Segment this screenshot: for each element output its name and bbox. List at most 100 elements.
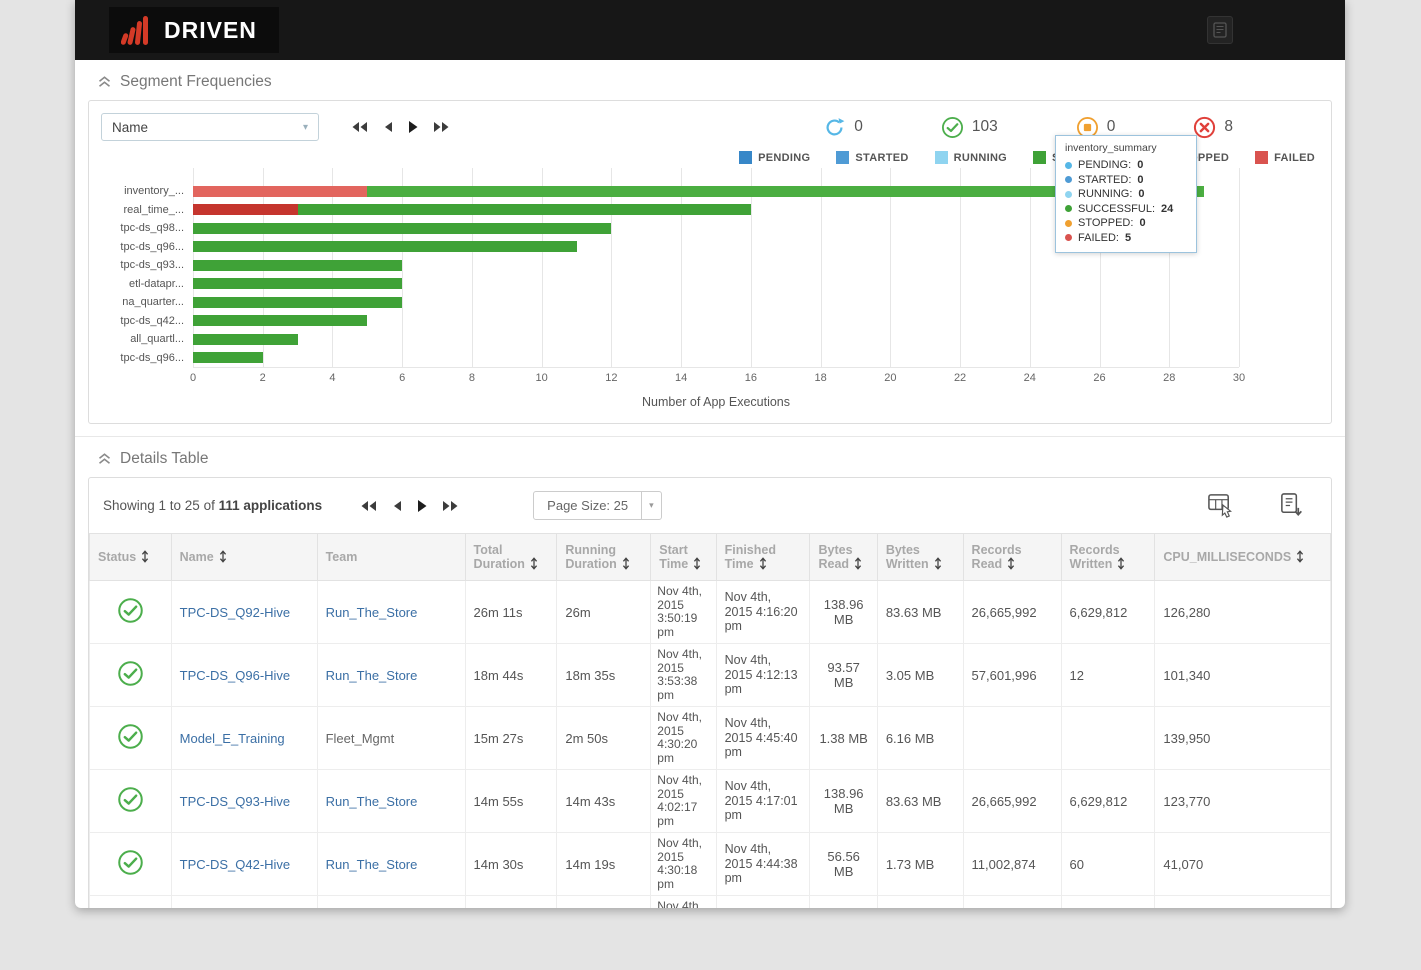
sort-icon <box>1007 557 1015 570</box>
total-duration-cell: 26m 11s <box>465 581 557 644</box>
x-tick-label: 0 <box>190 372 196 384</box>
tooltip-value: 5 <box>1125 231 1131 246</box>
rewind-icon[interactable] <box>351 121 368 133</box>
column-header-start-time[interactable]: Start Time <box>651 534 716 581</box>
bar-segment-failed[interactable] <box>193 186 367 197</box>
window-menu-icon[interactable] <box>1207 16 1233 44</box>
total-duration-cell: 15m 27s <box>465 707 557 770</box>
column-header-status[interactable]: Status <box>90 534 172 581</box>
export-report-icon[interactable] <box>1278 492 1305 519</box>
team-link[interactable]: Run_The_Store <box>326 857 418 872</box>
legend-item-failed[interactable]: FAILED <box>1255 151 1315 164</box>
legend-item-running[interactable]: RUNNING <box>935 151 1007 164</box>
top-bar: DRIVEN <box>75 0 1345 60</box>
team-link[interactable]: Run_The_Store <box>326 605 418 620</box>
success-status-icon <box>117 849 144 876</box>
segment-filter-dropdown[interactable]: Name ▾ <box>101 113 319 141</box>
column-header-records-written[interactable]: Records Written <box>1061 534 1155 581</box>
page-size-label: Page Size: 25 <box>534 492 641 519</box>
team-link[interactable]: Run_The_Store <box>326 794 418 809</box>
table-row: Model_E_TrainingFleet_Mgmt15m 27s2m 50sN… <box>90 707 1331 770</box>
rewind-icon[interactable] <box>360 500 377 512</box>
fast-forward-icon[interactable] <box>442 500 459 512</box>
success-status-icon <box>117 786 144 813</box>
column-header-finished-time[interactable]: Finished Time <box>716 534 810 581</box>
finished-time-cell: Nov 4th, 2015 4:16:20 pm <box>716 581 810 644</box>
driven-logo[interactable]: DRIVEN <box>109 7 279 53</box>
team-link[interactable]: Run_The_Store <box>326 668 418 683</box>
column-header-bytes-read[interactable]: Bytes Read <box>810 534 877 581</box>
running-duration-cell <box>557 896 651 909</box>
app-name-link[interactable]: TPC-DS_Q42-Hive <box>180 857 291 872</box>
app-name-link[interactable]: Model_E_Training <box>180 731 285 746</box>
column-header-records-read[interactable]: Records Read <box>963 534 1061 581</box>
x-tick-label: 16 <box>745 372 757 384</box>
app-name-link[interactable]: TPC-DS_Q96-Hive <box>180 668 291 683</box>
next-page-icon[interactable] <box>417 499 427 513</box>
x-tick-label: 10 <box>536 372 548 384</box>
next-page-icon[interactable] <box>408 120 418 134</box>
legend-item-pending[interactable]: PENDING <box>739 151 810 164</box>
fast-forward-icon[interactable] <box>433 121 450 133</box>
export-table-icon[interactable] <box>1207 492 1234 519</box>
column-header-label: Start Time <box>659 543 688 571</box>
bar-segment-successful[interactable] <box>193 297 402 308</box>
legend-swatch <box>1255 151 1268 164</box>
page-size-dropdown[interactable]: Page Size: 25 ▾ <box>533 491 661 520</box>
tooltip-value: 0 <box>1137 173 1143 188</box>
success-status-icon <box>117 660 144 687</box>
start-time-cell: Nov 4th, 2015 4:02:17 pm <box>651 770 716 833</box>
bar-segment-successful[interactable] <box>193 260 402 271</box>
bar-segment-successful[interactable] <box>193 315 367 326</box>
status-cell <box>90 833 172 896</box>
legend-item-started[interactable]: STARTED <box>836 151 908 164</box>
previous-page-icon[interactable] <box>392 500 402 512</box>
bar-segment-successful[interactable] <box>193 223 611 234</box>
column-header-running-duration[interactable]: Running Duration <box>557 534 651 581</box>
table-row: Nov 4th, 2015 <box>90 896 1331 909</box>
tooltip-row: SUCCESSFUL: 24 <box>1065 202 1187 217</box>
x-tick-label: 20 <box>884 372 896 384</box>
collapse-chevron-icon[interactable] <box>98 453 111 465</box>
bar-segment-successful[interactable] <box>193 334 298 345</box>
running-duration-cell: 26m <box>557 581 651 644</box>
previous-page-icon[interactable] <box>383 121 393 133</box>
counter-running[interactable]: 0 <box>823 116 863 139</box>
x-tick-label: 4 <box>329 372 335 384</box>
table-row: TPC-DS_Q92-Hive Run_The_Store 26m 11s26m No… <box>90 581 1331 644</box>
column-header-name[interactable]: Name <box>171 534 317 581</box>
sort-icon <box>759 557 767 570</box>
bar-segment-successful[interactable] <box>193 241 577 252</box>
column-header-bytes-written[interactable]: Bytes Written <box>877 534 963 581</box>
column-header-team[interactable]: Team <box>317 534 465 581</box>
total-duration-cell: 18m 44s <box>465 644 557 707</box>
bar-segment-successful[interactable] <box>298 204 751 215</box>
bar-segment-successful[interactable] <box>193 278 402 289</box>
column-header-total-duration[interactable]: Total Duration <box>465 534 557 581</box>
cpu-milliseconds-cell: 126,280 <box>1155 581 1331 644</box>
counter-successful[interactable]: 103 <box>941 116 998 139</box>
column-header-label: Team <box>326 550 358 564</box>
records-read-cell: 57,601,996 <box>963 644 1061 707</box>
chart-bar-row <box>193 275 1239 294</box>
bytes-read-cell: 1.38 MB <box>810 707 877 770</box>
x-tick-label: 26 <box>1093 372 1105 384</box>
bar-segment-failed[interactable] <box>193 204 298 215</box>
tooltip-label: SUCCESSFUL: <box>1078 202 1155 217</box>
collapse-chevron-icon[interactable] <box>98 76 111 88</box>
status-dot <box>1065 191 1072 198</box>
start-time-cell: Nov 4th, 2015 4:30:20 pm <box>651 707 716 770</box>
counter-failed[interactable]: 8 <box>1193 116 1233 139</box>
app-name-link[interactable]: TPC-DS_Q93-Hive <box>180 794 291 809</box>
app-name-link[interactable]: TPC-DS_Q92-Hive <box>180 605 291 620</box>
chart-category-label: real_time_... <box>89 201 193 220</box>
column-header-cpu-milliseconds[interactable]: CPU_MILLISECONDS <box>1155 534 1331 581</box>
legend-label: FAILED <box>1274 152 1315 164</box>
records-read-cell <box>963 707 1061 770</box>
team-link[interactable]: Fleet_Mgmt <box>326 731 395 746</box>
name-cell <box>171 896 317 909</box>
cpu-milliseconds-cell: 41,070 <box>1155 833 1331 896</box>
chart-category-label: tpc-ds_q98... <box>89 219 193 238</box>
segment-frequencies-header: Segment Frequencies <box>75 60 1345 100</box>
bar-segment-successful[interactable] <box>193 352 263 363</box>
